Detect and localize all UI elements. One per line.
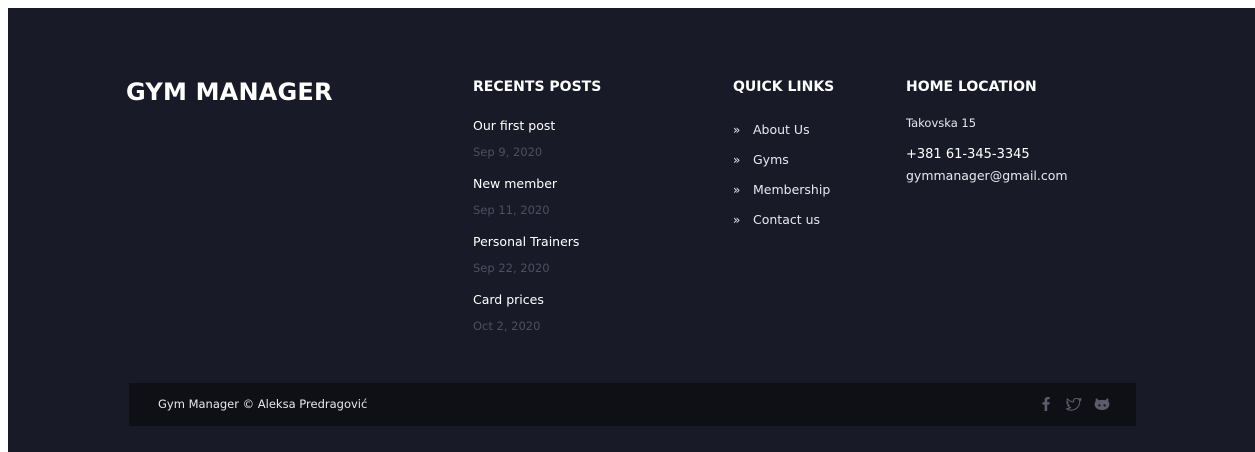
social-links	[1038, 395, 1110, 413]
double-chevron-right-icon: »	[733, 153, 741, 167]
post-date: Oct 2, 2020	[473, 319, 541, 333]
post-date: Sep 11, 2020	[473, 203, 550, 217]
post-link[interactable]: Personal Trainers	[473, 234, 579, 249]
quick-link-membership[interactable]: » Membership	[733, 182, 830, 212]
post-link[interactable]: Our first post	[473, 118, 579, 133]
home-location-heading: HOME LOCATION	[906, 79, 1037, 95]
quick-links-list: » About Us » Gyms » Membership » Contact…	[733, 122, 830, 242]
post-date: Sep 22, 2020	[473, 261, 550, 275]
post-link[interactable]: Card prices	[473, 292, 579, 307]
location-address: Takovska 15	[906, 116, 977, 130]
facebook-icon[interactable]	[1038, 395, 1054, 413]
location-phone: +381 61-345-3345	[906, 147, 1030, 162]
quick-links-heading: QUICK LINKS	[733, 79, 835, 95]
recent-posts-heading: RECENTS POSTS	[473, 79, 602, 95]
post-link[interactable]: New member	[473, 176, 579, 191]
quick-link-gyms[interactable]: » Gyms	[733, 152, 830, 182]
quick-link-label: Contact us	[753, 212, 821, 227]
quick-link-contact-us[interactable]: » Contact us	[733, 212, 830, 242]
double-chevron-right-icon: »	[733, 183, 741, 197]
twitter-icon[interactable]	[1066, 395, 1082, 413]
post-date: Sep 9, 2020	[473, 145, 543, 159]
site-footer: GYM MANAGER RECENTS POSTS Our first post…	[8, 8, 1255, 452]
github-icon[interactable]	[1094, 395, 1110, 413]
quick-link-about-us[interactable]: » About Us	[733, 122, 830, 152]
double-chevron-right-icon: »	[733, 213, 741, 227]
list-item: Our first post Sep 9, 2020	[473, 118, 579, 160]
copyright-text: Gym Manager © Aleksa Predragović	[158, 397, 368, 411]
double-chevron-right-icon: »	[733, 123, 741, 137]
footer-bottom-bar: Gym Manager © Aleksa Predragović	[129, 383, 1136, 426]
list-item: Card prices Oct 2, 2020	[473, 292, 579, 334]
location-email: gymmanager@gmail.com	[906, 168, 1068, 183]
list-item: New member Sep 11, 2020	[473, 176, 579, 218]
list-item: Personal Trainers Sep 22, 2020	[473, 234, 579, 276]
quick-link-label: Membership	[753, 182, 831, 197]
quick-link-label: About Us	[753, 122, 810, 137]
recent-posts-list: Our first post Sep 9, 2020 New member Se…	[473, 118, 579, 350]
quick-link-label: Gyms	[753, 152, 789, 167]
footer-brand-title: GYM MANAGER	[126, 78, 333, 106]
